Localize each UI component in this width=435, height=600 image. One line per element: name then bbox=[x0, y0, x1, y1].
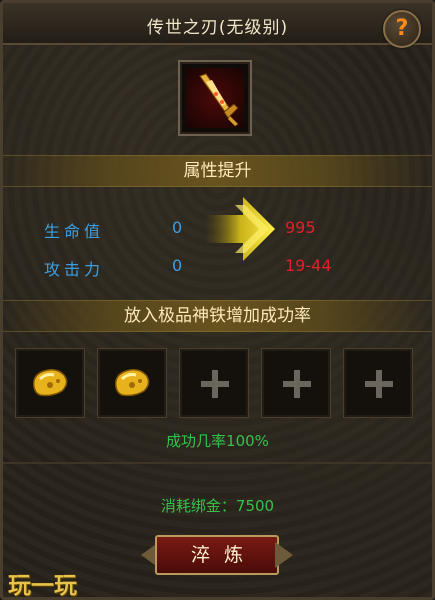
attribute-header: 属性提升 bbox=[3, 155, 432, 187]
refine-button[interactable]: 淬炼 bbox=[155, 535, 279, 575]
stat-after-hp: 995 bbox=[285, 218, 316, 237]
divider bbox=[3, 462, 432, 464]
success-rate: 成功几率100% bbox=[166, 432, 269, 450]
panel-title: 传世之刃(无级别) bbox=[146, 18, 289, 38]
gold-ore-icon bbox=[114, 368, 150, 397]
material-slot-3[interactable] bbox=[179, 348, 249, 418]
plus-icon bbox=[365, 370, 393, 398]
item-icon-bg bbox=[186, 68, 244, 128]
stat-label-hp: 生命值 bbox=[44, 222, 105, 241]
cost-text: 消耗绑金：7500 bbox=[160, 497, 275, 515]
material-slot-2[interactable] bbox=[97, 348, 167, 418]
upgrade-arrow-icon bbox=[205, 197, 275, 261]
gold-ore-icon bbox=[32, 368, 68, 397]
material-slot-5[interactable] bbox=[343, 348, 413, 418]
plus-icon bbox=[201, 370, 229, 398]
item-slot[interactable] bbox=[178, 60, 252, 136]
sword-icon bbox=[199, 73, 239, 126]
plus-icon bbox=[283, 370, 311, 398]
material-header: 放入极品神铁增加成功率 bbox=[3, 300, 432, 332]
stat-current-hp: 0 bbox=[172, 218, 183, 237]
refine-button-wrap: 淬炼 bbox=[141, 532, 293, 580]
stat-label-attack: 攻击力 bbox=[44, 260, 105, 279]
stat-current-attack: 0 bbox=[172, 256, 183, 275]
material-slot-1[interactable] bbox=[15, 348, 85, 418]
watermark: 玩一玩 bbox=[8, 573, 77, 599]
material-slots bbox=[15, 348, 415, 420]
help-button[interactable]: ? bbox=[383, 10, 421, 48]
button-ornament-right bbox=[275, 542, 293, 568]
stat-after-attack: 19-44 bbox=[285, 256, 332, 275]
material-slot-4[interactable] bbox=[261, 348, 331, 418]
